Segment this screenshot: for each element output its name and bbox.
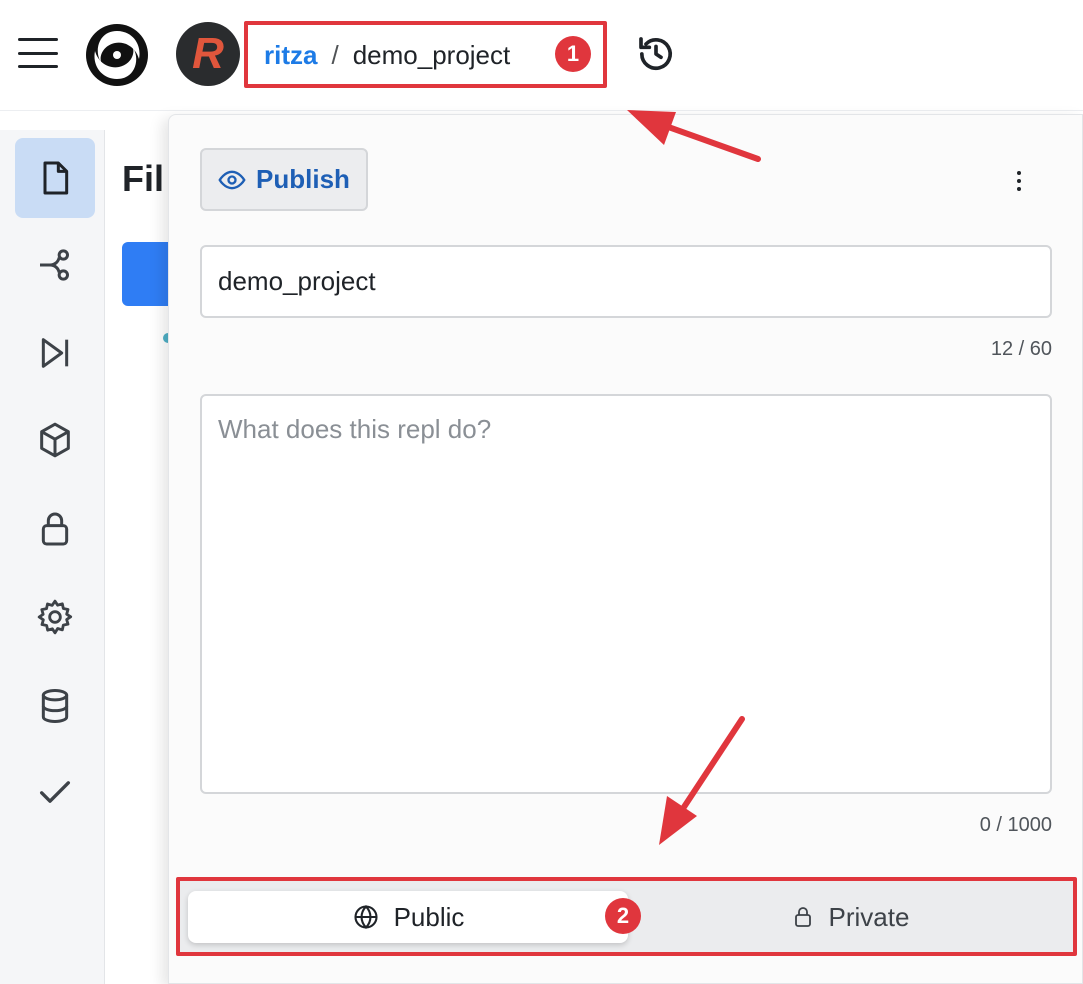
- database-icon: [41, 689, 69, 724]
- sidebar-item-version-control[interactable]: [15, 225, 95, 305]
- breadcrumb-owner-link[interactable]: ritza: [264, 40, 317, 71]
- sidebar-item-files[interactable]: [15, 138, 95, 218]
- sidebar-item-run[interactable]: [15, 313, 95, 393]
- breadcrumb-project-title[interactable]: demo_project: [353, 40, 511, 71]
- lock-icon: [41, 512, 69, 546]
- visibility-private-label: Private: [828, 901, 910, 932]
- version-control-icon: [40, 249, 69, 281]
- annotation-badge-1: 1: [555, 36, 591, 72]
- title-char-counter: 12 / 60: [990, 338, 1052, 360]
- run-icon: [41, 338, 69, 368]
- package-icon: [40, 422, 70, 458]
- file-icon: [43, 161, 69, 195]
- annotation-badge-2: 2: [605, 898, 641, 934]
- breadcrumb: ritza / demo_project: [264, 38, 510, 72]
- globe-icon: [354, 904, 378, 930]
- sidebar-item-secrets[interactable]: [15, 489, 95, 569]
- sidebar-item-packages[interactable]: [15, 400, 95, 480]
- visibility-public-label: Public: [393, 901, 465, 932]
- settings-icon: [37, 599, 73, 635]
- repl-title-input[interactable]: [200, 245, 1052, 318]
- user-avatar[interactable]: R: [176, 22, 240, 86]
- sidebar-item-settings[interactable]: [15, 577, 95, 657]
- visibility-public-option[interactable]: Public: [188, 891, 628, 943]
- history-icon[interactable]: [636, 34, 676, 74]
- repl-description-input[interactable]: [200, 394, 1052, 794]
- sidebar-item-database[interactable]: [15, 666, 95, 746]
- breadcrumb-separator: /: [331, 39, 339, 70]
- visibility-private-option[interactable]: Private: [630, 891, 1070, 943]
- lock-icon: [794, 907, 811, 927]
- publish-label: Publish: [256, 164, 350, 194]
- avatar-letter: R: [192, 29, 224, 78]
- publish-button[interactable]: Publish: [200, 148, 368, 211]
- hamburger-menu-icon[interactable]: [18, 38, 58, 68]
- more-options-icon[interactable]: [1004, 164, 1034, 198]
- sidebar-item-tests[interactable]: [15, 752, 95, 832]
- files-pane-title: Fil: [122, 158, 164, 199]
- app-logo[interactable]: [84, 22, 150, 88]
- check-icon: [40, 781, 71, 803]
- eye-icon: [218, 170, 246, 189]
- description-char-counter: 0 / 1000: [979, 814, 1052, 836]
